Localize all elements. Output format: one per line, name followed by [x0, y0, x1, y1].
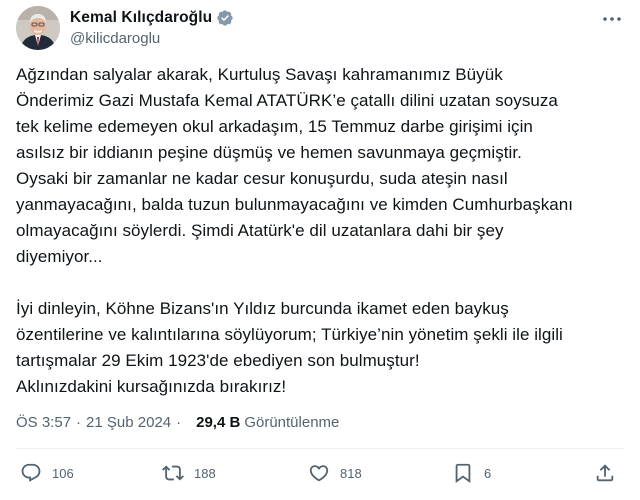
verified-badge-icon — [217, 10, 233, 26]
meta-separator: · — [76, 413, 82, 431]
tweet-line: İyi dinleyin, Köhne Bizans'ın Yıldız bur… — [16, 299, 509, 318]
tweet-text: Ağzından salyalar akarak, Kurtuluş Savaş… — [16, 62, 628, 400]
divider — [16, 448, 624, 449]
more-options-icon[interactable] — [600, 10, 624, 28]
reply-count: 106 — [52, 465, 74, 481]
repost-count: 188 — [194, 465, 216, 481]
like-count: 818 — [340, 465, 362, 481]
tweet-header: Kemal Kılıçdaroğlu @kilicdaroglu — [16, 6, 624, 50]
tweet-line: diyemiyor... — [16, 247, 103, 266]
reply-icon — [21, 463, 41, 482]
profile-photo — [16, 6, 60, 50]
tweet-date[interactable]: 21 Şub 2024 — [86, 414, 171, 431]
tweet-line: Oysaki bir zamanlar ne kadar cesur konuş… — [16, 169, 508, 188]
display-name[interactable]: Kemal Kılıçdaroğlu — [70, 9, 212, 27]
tweet-line: tartışmalar 29 Ekim 1923'de ebediyen son… — [16, 351, 420, 370]
action-bar: 106 188 818 6 — [20, 462, 620, 486]
tweet-line: Ağzından salyalar akarak, Kurtuluş Savaş… — [16, 65, 503, 84]
share-button[interactable] — [594, 462, 616, 484]
tweet-time[interactable]: ÖS 3:57 — [16, 414, 71, 431]
avatar[interactable] — [16, 6, 60, 50]
heart-icon — [309, 465, 329, 482]
bookmark-button[interactable]: 6 — [452, 462, 491, 484]
tweet-line: tek kelime edemeyen okul arkadaşım, 15 T… — [16, 117, 533, 136]
tweet-line: Aklınızdakini kursağınızda bırakırız! — [16, 377, 287, 396]
repost-icon — [162, 465, 184, 481]
handle[interactable]: @kilicdaroglu — [70, 30, 234, 47]
share-icon — [596, 464, 614, 482]
repost-button[interactable]: 188 — [162, 462, 216, 484]
reply-button[interactable]: 106 — [20, 462, 74, 484]
tweet-meta: ÖS 3:57 · 21 Şub 2024 · 29,4 B Görüntüle… — [16, 412, 339, 432]
bookmark-count: 6 — [484, 465, 492, 481]
tweet-line: asılsız bir iddianın peşine düşmüş ve he… — [16, 143, 522, 162]
bookmark-icon — [455, 463, 471, 484]
like-button[interactable]: 818 — [308, 462, 362, 484]
tweet-line: olmayacağını söylerdi. Şimdi Atatürk'e d… — [16, 221, 504, 240]
tweet-line: Önderimiz Gazi Mustafa Kemal ATATÜRK’e ç… — [16, 91, 558, 110]
tweet-line: yanmayacağını, balda tuzun bulunmayacağı… — [16, 195, 574, 214]
meta-separator: · — [176, 413, 182, 431]
views-count: 29,4 B — [196, 413, 241, 431]
tweet-line: özentilerine ve kalıntılarına söylüyorum… — [16, 325, 563, 344]
views-label: Görüntülenme — [244, 413, 340, 431]
